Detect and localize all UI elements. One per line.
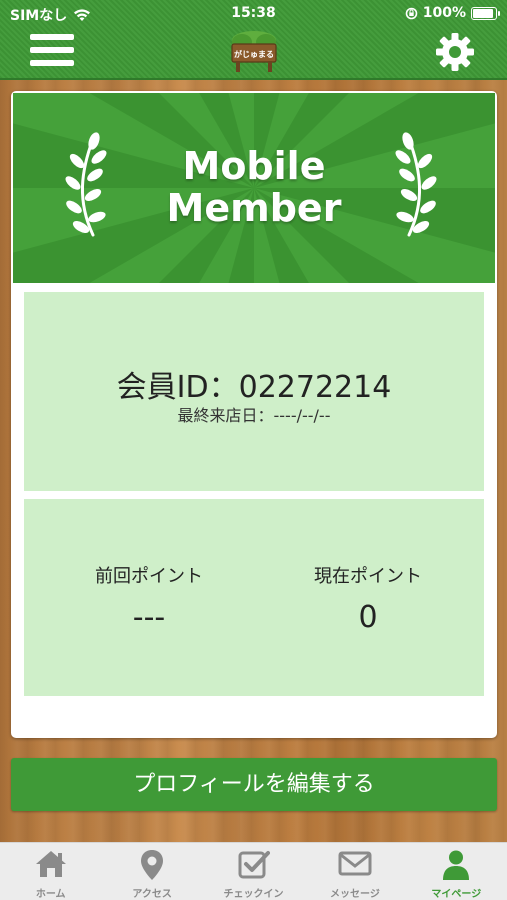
status-bar: SIMなし 15:38 100% bbox=[0, 0, 507, 28]
logo-text: がじゅまる bbox=[234, 49, 274, 59]
tab-mypage[interactable]: マイページ bbox=[406, 843, 507, 900]
envelope-icon bbox=[338, 851, 372, 876]
member-id: 会員ID：02272214 bbox=[116, 370, 392, 405]
tab-checkin[interactable]: チェックイン bbox=[203, 843, 304, 900]
tab-home[interactable]: ホーム bbox=[0, 843, 101, 900]
hamburger-menu-icon bbox=[30, 34, 74, 40]
tab-mypage-label: マイページ bbox=[431, 889, 482, 900]
rotation-lock-icon bbox=[405, 7, 418, 19]
header-bar: SIMなし 15:38 100% がじゅまる bbox=[0, 0, 507, 80]
previous-points: 前回ポイント --- bbox=[36, 562, 262, 635]
map-pin-icon bbox=[141, 850, 164, 880]
current-points-value: 0 bbox=[358, 600, 378, 635]
previous-points-label: 前回ポイント bbox=[95, 566, 203, 587]
points-panel: 前回ポイント --- 現在ポイント 0 bbox=[24, 499, 484, 696]
current-points-label: 現在ポイント bbox=[314, 566, 422, 587]
member-id-panel: 会員ID：02272214 最終来店日：----/--/-- bbox=[24, 292, 484, 491]
tab-access-label: アクセス bbox=[132, 889, 172, 900]
logo: がじゅまる bbox=[231, 31, 277, 72]
checkbox-icon bbox=[238, 851, 270, 879]
last-visit-date: 最終来店日：----/--/-- bbox=[177, 406, 331, 425]
tab-home-label: ホーム bbox=[35, 889, 66, 900]
menu-button[interactable] bbox=[30, 34, 74, 70]
battery-percent: 100% bbox=[422, 5, 466, 21]
home-icon bbox=[35, 851, 66, 877]
battery-icon bbox=[471, 6, 500, 20]
person-icon bbox=[443, 850, 470, 880]
laurel-right-icon bbox=[395, 132, 437, 237]
tab-bar: ホーム アクセス チェックイン メッセージ マイページ bbox=[0, 842, 507, 900]
tab-access[interactable]: アクセス bbox=[101, 843, 202, 900]
tab-message[interactable]: メッセージ bbox=[304, 843, 405, 900]
edit-profile-button[interactable]: プロフィールを編集する bbox=[11, 758, 497, 811]
tab-checkin-label: チェックイン bbox=[223, 889, 284, 900]
tab-message-label: メッセージ bbox=[330, 889, 380, 900]
settings-button[interactable] bbox=[433, 30, 477, 74]
member-card: Mobile Member 会員ID：02272214 最終来店日：----/-… bbox=[11, 91, 497, 738]
current-points: 現在ポイント 0 bbox=[252, 562, 484, 635]
previous-points-value: --- bbox=[132, 600, 166, 635]
member-banner: Mobile Member bbox=[13, 93, 495, 283]
